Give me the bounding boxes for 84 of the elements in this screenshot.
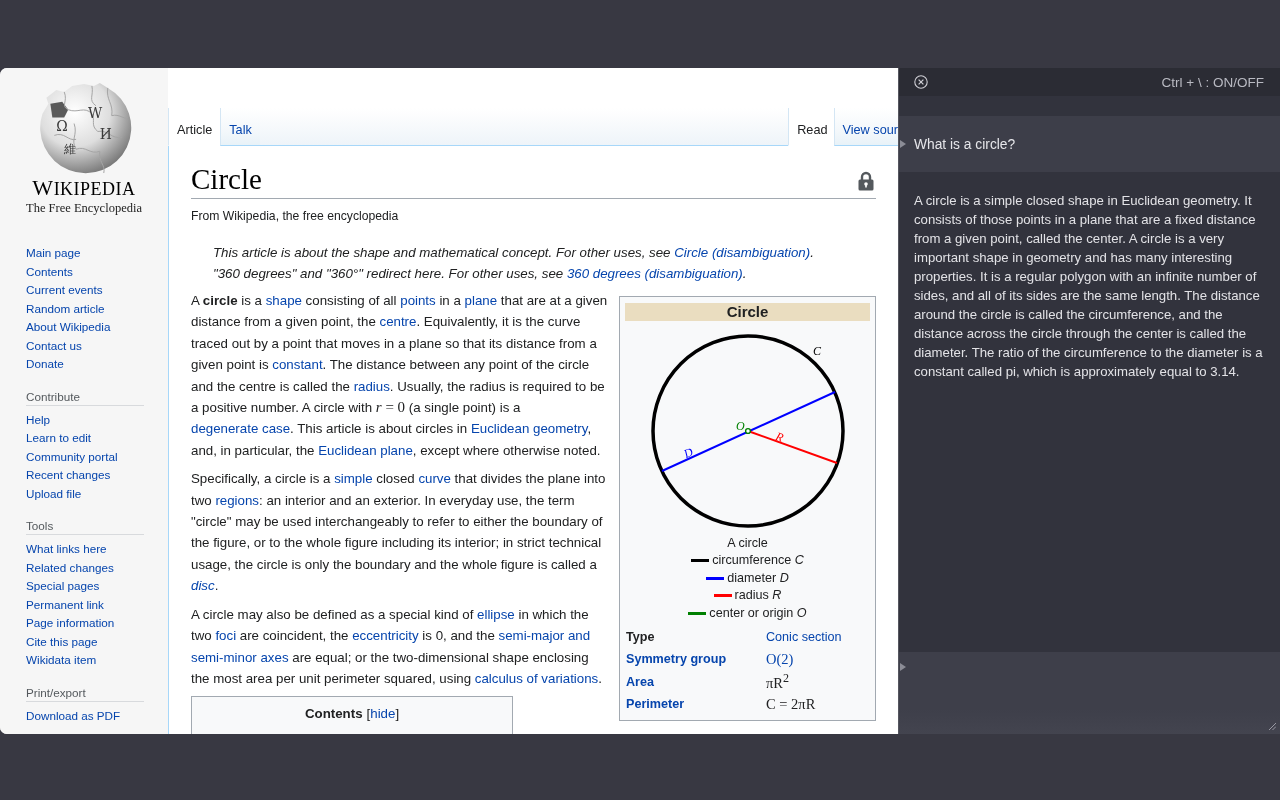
sidebar-heading: Tools bbox=[26, 518, 144, 535]
legend-label: circumference C bbox=[712, 552, 804, 569]
infobox-label-link[interactable]: Area bbox=[625, 674, 766, 689]
contents-toggle: [hide] bbox=[366, 704, 400, 725]
sidebar-link[interactable]: Upload file bbox=[26, 484, 82, 503]
link[interactable]: points bbox=[400, 293, 436, 308]
link[interactable]: foci bbox=[215, 628, 237, 644]
link[interactable]: curve bbox=[418, 471, 451, 487]
hatnote: This article is about the shape and mathematical concept. For other uses, see Circle (disambiguation). bbox=[213, 244, 815, 262]
article-subtitle: From Wikipedia, the free encyclopedia bbox=[191, 208, 400, 225]
link[interactable]: disc bbox=[191, 578, 215, 594]
wordmark: WIKIPEDIA bbox=[32, 177, 136, 200]
infobox-label-link[interactable]: Perimeter bbox=[625, 697, 766, 712]
logo-tagline: The Free Encyclopedia bbox=[26, 200, 142, 216]
contents-title: Contents bbox=[304, 705, 363, 724]
sidebar-link[interactable]: Contents bbox=[26, 262, 73, 281]
infobox-value-link[interactable]: O(2) bbox=[766, 650, 794, 668]
hatnote: "360 degrees" and "360°" redirect here. For other uses, see 360 degrees (disambiguation). bbox=[213, 265, 748, 283]
article-paragraph: A circle may also be defined as a special kind of ellipse in which the two foci are coincident, the eccentricity is 0, and the semi-major and semi-minor axes are equal; or the two-dimensional shape enclosing the most area per unit perimeter squared, using calculus of variations. bbox=[191, 605, 603, 688]
sidebar-link[interactable]: Recent changes bbox=[26, 466, 111, 485]
infobox-value: πR$^{2}$ bbox=[766, 671, 790, 693]
resize-grip-icon bbox=[1268, 722, 1276, 730]
link[interactable]: degenerate case bbox=[191, 421, 291, 437]
shortcut-hint: Ctrl + \ : ON/OFF bbox=[1161, 74, 1264, 90]
sidebar-link[interactable]: Learn to edit bbox=[26, 429, 91, 448]
sidebar-link[interactable]: Community portal bbox=[26, 447, 118, 466]
close-icon[interactable] bbox=[914, 75, 928, 89]
sidebar-link[interactable]: Current events bbox=[26, 281, 103, 300]
infobox-value-link[interactable]: Conic section bbox=[766, 629, 842, 644]
sidebar-link[interactable]: Donate bbox=[26, 355, 64, 374]
page-tab[interactable]: View sour bbox=[833, 108, 898, 146]
infobox-label-link[interactable]: Symmetry group bbox=[625, 652, 766, 667]
triangle-icon bbox=[900, 663, 906, 671]
legend-label: radius R bbox=[734, 587, 782, 605]
sidebar-link[interactable]: What links here bbox=[26, 540, 107, 559]
answer-text: A circle is a simple closed shape in Euclidean geometry. It consists of those points in a plane that are a fixed distance from a given point, called the center. A circle is a very important shape in geometry and has many interesting properties. It is a regular polygon with an infinite number of sides, and all of its sides are the same length. The distance around the circle is called the circumference, and the distance across the circle through the center is called the diameter. The ratio of the circumference to the diameter is a constant called pi, which is approximately equal to 3.14. bbox=[914, 192, 1264, 381]
sidebar-link[interactable]: Special pages bbox=[26, 577, 100, 596]
infobox-label: Type bbox=[625, 629, 656, 644]
link[interactable]: shape bbox=[265, 293, 302, 308]
prompt-field[interactable] bbox=[899, 652, 1280, 734]
infobox-value: C = 2πR bbox=[766, 695, 816, 713]
sidebar-link[interactable]: Download as PDF bbox=[26, 706, 121, 725]
sidebar-link[interactable]: Contact us bbox=[26, 336, 82, 355]
lock-icon bbox=[858, 170, 874, 191]
article-title: Circle bbox=[191, 162, 262, 197]
sidebar-link[interactable]: Related changes bbox=[26, 558, 114, 577]
legend-label: diameter D bbox=[727, 569, 789, 587]
link[interactable]: simple bbox=[334, 471, 373, 487]
figure-caption: A circle bbox=[727, 535, 768, 552]
center-point bbox=[744, 427, 751, 435]
sidebar-link[interactable]: Main page bbox=[26, 244, 81, 263]
link[interactable]: Euclidean plane bbox=[318, 442, 413, 458]
sidebar-link[interactable]: Cite this page bbox=[26, 632, 98, 651]
sidebar-heading: Contribute bbox=[26, 388, 144, 406]
triangle-icon bbox=[900, 140, 906, 148]
sidebar-link[interactable]: Page information bbox=[26, 614, 115, 633]
link[interactable]: hide bbox=[370, 706, 396, 722]
article-paragraph: Specifically, a circle is a simple closed curve that divides the plane into two regions: an interior and an exterior. In everyday use, the term "circle" may be used interchangeably to refer to either the boundary of the figure, or to the whole figure including its interior; in strict technical usage, the circle is only the boundary and the whole figure is called a disc. bbox=[191, 470, 607, 596]
link[interactable]: radius bbox=[353, 378, 390, 394]
sidebar-heading: Print/export bbox=[26, 684, 144, 702]
figure-label: D bbox=[681, 444, 695, 461]
page-tab[interactable]: Read bbox=[788, 108, 834, 146]
figure-label: O bbox=[735, 419, 745, 433]
sidebar-link[interactable]: Random article bbox=[26, 299, 105, 318]
page-tab[interactable]: Talk bbox=[220, 108, 260, 146]
figure-label: R bbox=[773, 429, 786, 445]
figure-label: C bbox=[812, 344, 821, 358]
sidebar-link[interactable]: Permanent link bbox=[26, 595, 104, 614]
sidebar-link[interactable]: Help bbox=[26, 410, 51, 429]
link[interactable]: eccentricity bbox=[352, 628, 419, 644]
sidebar-link[interactable]: Wikidata item bbox=[26, 651, 97, 670]
link[interactable]: constant bbox=[272, 357, 323, 373]
link[interactable]: regions bbox=[215, 492, 259, 508]
article-paragraph: A circle is a shape consisting of all points in a plane that are at a given distance from a given point, the centre. Equivalently, it is the curve traced out by a point that moves in a plane so that its distance from a given point is constant. The distance between any point of the circle and the centre is called the radius. Usually, the radius is required to be a positive number. A circle with r = 0 (a single point) is a degenerate case. This article is about circles in Euclidean geometry, and, in particular, the Euclidean plane, except where otherwise noted. bbox=[191, 292, 609, 460]
link[interactable]: plane bbox=[464, 293, 498, 308]
sidebar-link[interactable]: About Wikipedia bbox=[26, 318, 111, 337]
page-tab[interactable]: Article bbox=[168, 108, 221, 146]
link[interactable]: ellipse bbox=[477, 606, 515, 622]
infobox-title: Circle bbox=[625, 303, 870, 321]
question-text: What is a circle? bbox=[914, 136, 1016, 152]
link[interactable]: semi-major and bbox=[498, 628, 591, 644]
link[interactable]: semi-minor axes bbox=[191, 649, 289, 665]
link[interactable]: 360 degrees (disambiguation) bbox=[566, 266, 743, 281]
legend-label: center or origin O bbox=[709, 604, 807, 622]
